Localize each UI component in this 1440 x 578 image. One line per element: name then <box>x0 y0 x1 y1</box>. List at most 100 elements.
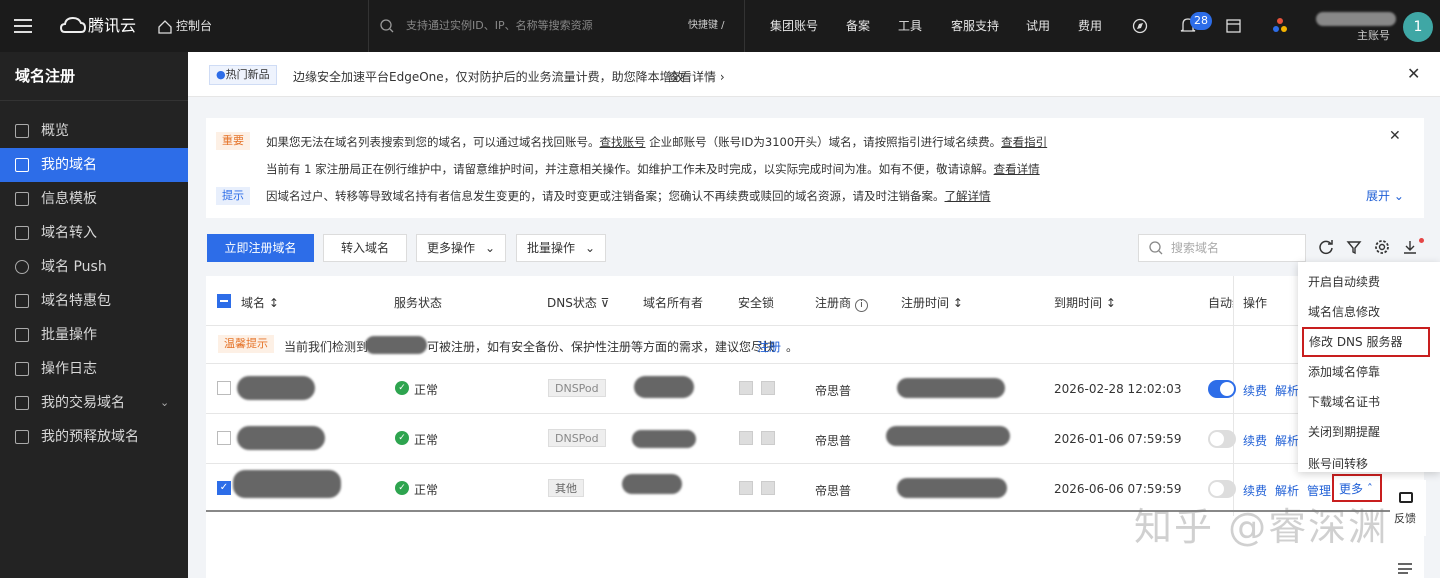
menu-edit-domain-info[interactable]: 域名信息修改 <box>1300 297 1438 327</box>
list-icon[interactable] <box>1398 562 1412 577</box>
expire-time: 2026-01-06 07:59:59 <box>1054 432 1182 446</box>
warm-tip-tag: 温馨提示 <box>218 335 274 353</box>
maintenance-link[interactable]: 查看详情 <box>994 162 1040 176</box>
row-checkbox[interactable] <box>217 381 231 395</box>
sort-icon: ↕ <box>952 296 963 310</box>
close-banner-icon[interactable]: ✕ <box>1407 64 1420 83</box>
close-notice-icon[interactable]: ✕ <box>1389 128 1401 144</box>
sidebar-item-templates[interactable]: 信息模板 <box>0 182 188 216</box>
info-icon[interactable]: i <box>854 299 868 312</box>
log-icon <box>15 362 29 376</box>
sidebar-title: 域名注册 <box>15 67 76 85</box>
sidebar-item-my-domains[interactable]: 我的域名 <box>0 148 188 182</box>
domain-search-input[interactable]: 搜索域名 <box>1138 234 1306 262</box>
redacted-owner <box>632 430 696 448</box>
guide-link[interactable]: 查看指引 <box>1001 135 1047 149</box>
gear-icon[interactable] <box>1374 239 1390 258</box>
sidebar-item-packages[interactable]: 域名特惠包 <box>0 284 188 318</box>
redacted-domain <box>237 376 315 400</box>
push-icon <box>15 260 29 274</box>
col-actions: 操作 <box>1243 296 1268 310</box>
refresh-icon[interactable] <box>1318 239 1334 258</box>
row-checkbox[interactable] <box>217 431 231 445</box>
row-checkbox[interactable]: ✓ <box>217 481 231 495</box>
notice-line-1: 如果您无法在域名列表搜索到您的域名，可以通过域名找回账号。查找账号 企业邮账号（… <box>266 135 1048 149</box>
menu-modify-dns-server[interactable]: 修改 DNS 服务器 <box>1302 327 1430 357</box>
nav-group-account[interactable]: 集团账号 <box>770 0 818 52</box>
status-ok-icon: ✓ <box>395 481 409 495</box>
nav-trial[interactable]: 试用 <box>1026 0 1050 52</box>
col-dns-status[interactable]: DNS状态 ⊽ <box>547 294 609 311</box>
shortcut-hint: 快捷键 / <box>688 20 725 31</box>
important-tag: 重要 <box>216 132 250 150</box>
renew-link[interactable]: 续费 <box>1243 432 1267 449</box>
cloud-logo-icon[interactable] <box>59 0 87 52</box>
menu-add-parking[interactable]: 添加域名停靠 <box>1300 357 1438 387</box>
expand-notice[interactable]: 展开 ⌄ <box>1366 187 1404 204</box>
document-icon <box>15 192 29 206</box>
col-domain[interactable]: 域名 ↕ <box>241 294 279 311</box>
console-link[interactable]: 控制台 <box>176 0 212 52</box>
search-icon <box>380 0 394 52</box>
menu-icon[interactable] <box>14 0 34 52</box>
compass-icon[interactable] <box>1132 0 1148 52</box>
filter-icon[interactable] <box>1346 239 1362 258</box>
batch-icon <box>15 328 29 342</box>
transfer-in-button[interactable]: 转入域名 <box>323 234 407 262</box>
account-label: 主账号 <box>1357 29 1390 42</box>
service-status: 正常 <box>414 383 439 397</box>
chevron-down-icon: ⌄ <box>1393 189 1404 203</box>
col-register-time[interactable]: 注册时间 ↕ <box>901 294 963 311</box>
warm-tip-text-a: 当前我们检测到 <box>284 340 369 354</box>
promo-text: 边缘安全加速平台EdgeOne，仅对防护后的业务流量计费，助您降本增效 <box>293 70 684 84</box>
global-search-input[interactable]: 支持通过实例ID、IP、名称等搜索资源 <box>406 0 593 52</box>
batch-ops-dropdown[interactable]: 批量操作 ⌄ <box>516 234 606 262</box>
sidebar-item-trade[interactable]: 我的交易域名 ⌄ <box>0 386 188 420</box>
app-icon[interactable] <box>1272 0 1288 52</box>
download-icon[interactable] <box>1402 239 1418 258</box>
transfer-lock-icon <box>761 431 775 445</box>
find-account-link[interactable]: 查找账号 <box>600 135 646 149</box>
sidebar-item-pre-release[interactable]: 我的预释放域名 <box>0 420 188 454</box>
feedback-widget[interactable]: 反馈 <box>1390 480 1426 536</box>
nav-support[interactable]: 客服支持 <box>951 0 999 52</box>
menu-disable-expiry-reminder[interactable]: 关闭到期提醒 <box>1300 417 1438 447</box>
menu-transfer-between-accounts[interactable]: 账号间转移 <box>1300 449 1438 469</box>
resolve-link[interactable]: 解析 <box>1275 382 1299 399</box>
brand-name[interactable]: 腾讯云 <box>88 0 136 52</box>
card-icon[interactable] <box>1226 0 1242 52</box>
sidebar-item-batch[interactable]: 批量操作 <box>0 318 188 352</box>
sidebar-item-transfer-in[interactable]: 域名转入 <box>0 216 188 250</box>
sidebar-item-overview[interactable]: 概览 <box>0 114 188 148</box>
registrar: 帝思普 <box>815 484 852 498</box>
resolve-link[interactable]: 解析 <box>1275 432 1299 449</box>
col-expire-time[interactable]: 到期时间 ↕ <box>1054 294 1116 311</box>
register-link[interactable]: 注册 <box>757 338 781 355</box>
renew-link[interactable]: 续费 <box>1243 382 1267 399</box>
col-security-lock: 安全锁 <box>738 296 775 310</box>
nav-billing[interactable]: 费用 <box>1078 0 1102 52</box>
menu-enable-auto-renew[interactable]: 开启自动续费 <box>1300 267 1438 297</box>
home-icon[interactable] <box>158 0 172 52</box>
auto-renew-toggle[interactable] <box>1208 430 1236 448</box>
nav-filing[interactable]: 备案 <box>846 0 870 52</box>
sidebar-item-logs[interactable]: 操作日志 <box>0 352 188 386</box>
avatar[interactable]: 1 <box>1403 12 1433 42</box>
learn-more-link[interactable]: 了解详情 <box>945 189 991 203</box>
dns-tag: DNSPod <box>548 379 606 397</box>
select-all-checkbox[interactable] <box>217 294 231 308</box>
auto-renew-toggle[interactable] <box>1208 380 1236 398</box>
redacted-domain <box>237 426 325 450</box>
lock-icon <box>739 431 753 445</box>
registrar: 帝思普 <box>815 384 852 398</box>
menu-download-cert[interactable]: 下载域名证书 <box>1300 387 1438 417</box>
register-domain-button[interactable]: 立即注册域名 <box>207 234 314 262</box>
more-ops-dropdown[interactable]: 更多操作 ⌄ <box>416 234 506 262</box>
sidebar-item-push[interactable]: 域名 Push <box>0 250 188 284</box>
promo-link[interactable]: 查看详情 › <box>668 68 725 85</box>
notification-badge: 28 <box>1190 12 1212 30</box>
nav-tools[interactable]: 工具 <box>898 0 922 52</box>
col-owner: 域名所有者 <box>643 296 704 310</box>
chat-icon <box>1399 492 1413 503</box>
registrar: 帝思普 <box>815 434 852 448</box>
